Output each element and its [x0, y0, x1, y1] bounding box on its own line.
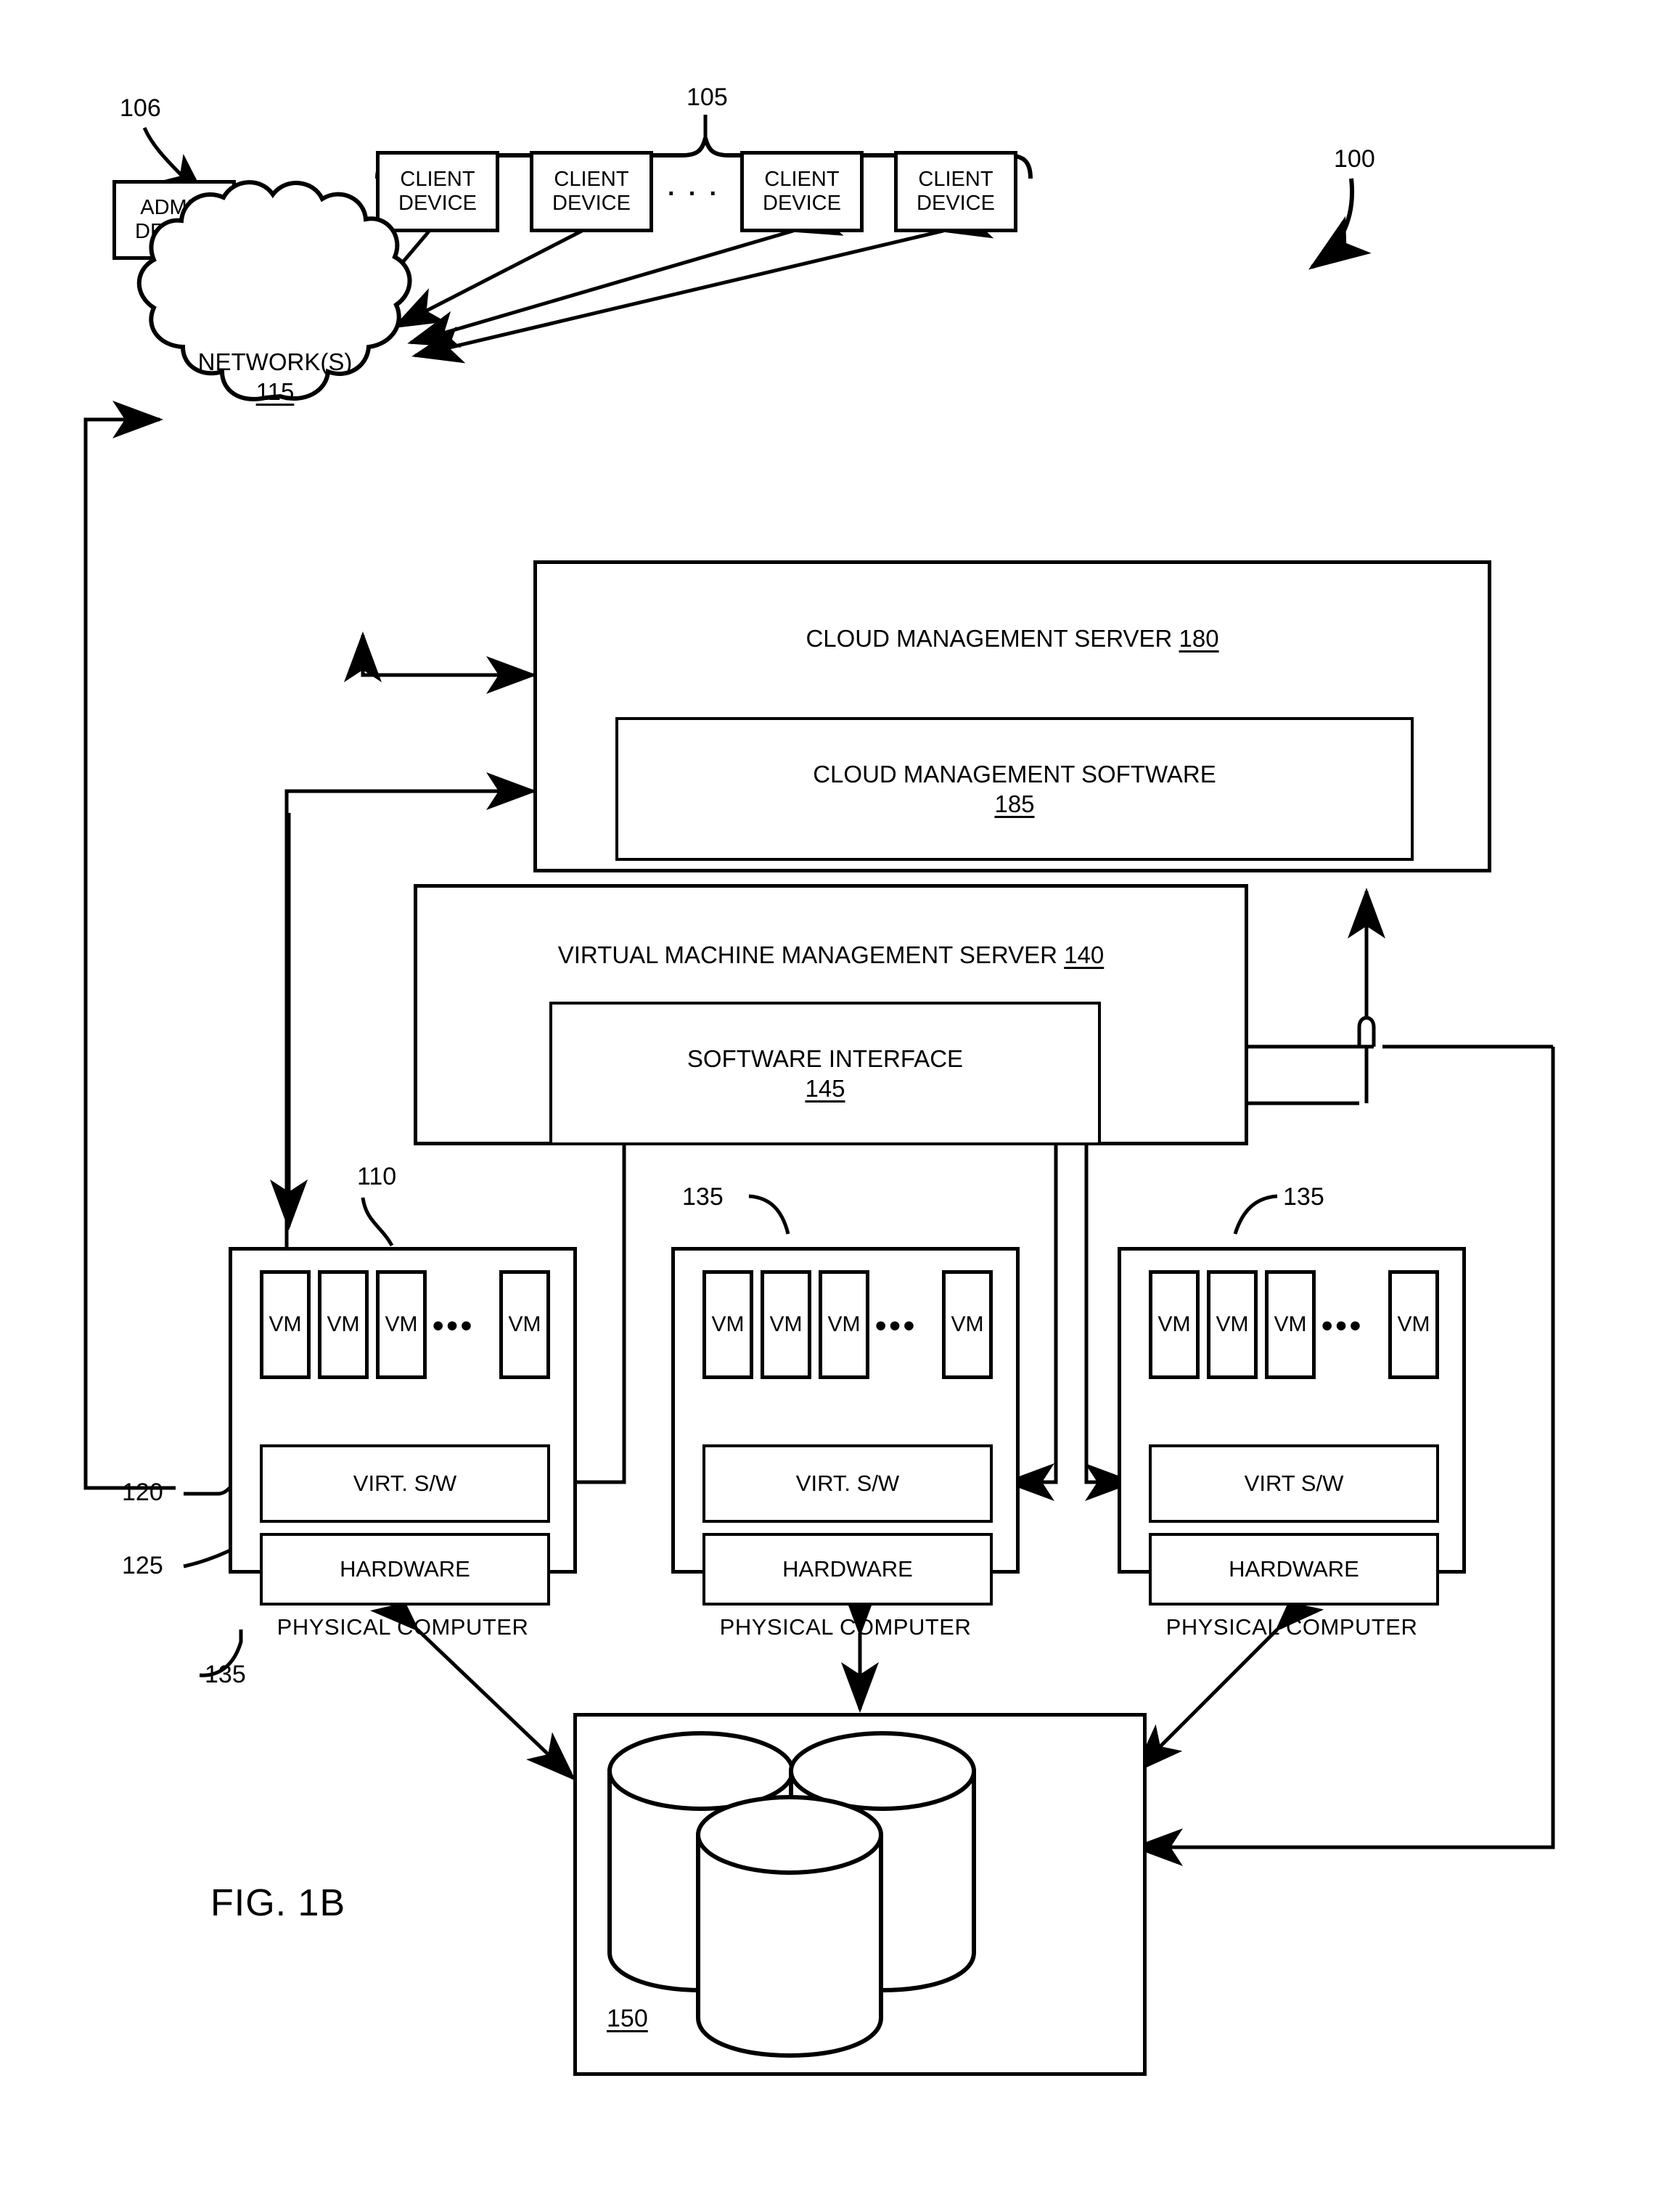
patent-figure-1b: 105 106 100 110 120 125 135 135 135 ADMI…	[0, 0, 1680, 2192]
storage-cylinders	[607, 1731, 976, 2058]
figure-label: FIG. 1B	[210, 1882, 346, 1924]
storage-ref: 150	[607, 2005, 648, 2032]
